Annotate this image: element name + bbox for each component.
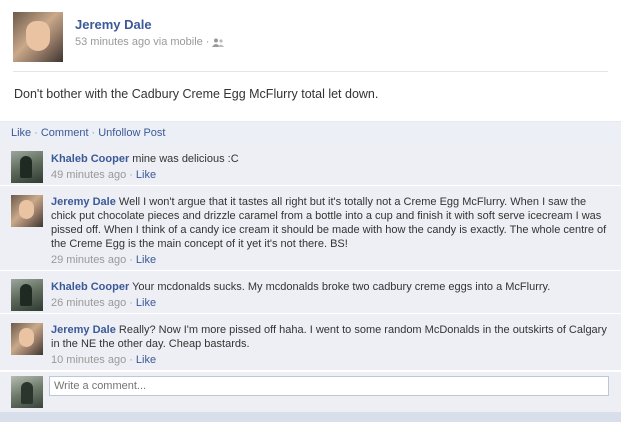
commenter-avatar[interactable] — [11, 279, 43, 311]
friends-icon[interactable] — [212, 38, 225, 47]
post-author-name[interactable]: Jeremy Dale — [75, 17, 152, 32]
like-link[interactable]: Like — [11, 127, 31, 139]
comment-author[interactable]: Khaleb Cooper — [51, 281, 129, 293]
comment-author[interactable]: Khaleb Cooper — [51, 153, 129, 165]
comment-time[interactable]: 29 minutes ago — [51, 254, 126, 266]
comment-text: mine was delicious :C — [132, 153, 239, 165]
comment-author[interactable]: Jeremy Dale — [51, 196, 116, 208]
commenter-avatar[interactable] — [11, 151, 43, 183]
unfollow-post-link[interactable]: Unfollow Post — [98, 127, 165, 139]
comment-like-link[interactable]: Like — [136, 297, 156, 309]
header-divider — [13, 71, 608, 72]
comment-link[interactable]: Comment — [41, 127, 89, 139]
post-meta: 53 minutes ago via mobile · — [75, 36, 475, 48]
comment-time[interactable]: 26 minutes ago — [51, 297, 126, 309]
comment-item: Khaleb Cooper Your mcdonalds sucks. My m… — [0, 271, 621, 314]
current-user-avatar — [11, 376, 43, 408]
commenter-avatar[interactable] — [11, 195, 43, 227]
comment-like-link[interactable]: Like — [136, 254, 156, 266]
comment-like-link[interactable]: Like — [136, 169, 156, 181]
comment-like-link[interactable]: Like — [136, 354, 156, 366]
author-avatar[interactable] — [13, 12, 63, 62]
bottom-border — [0, 412, 621, 422]
commenter-avatar[interactable] — [11, 323, 43, 355]
comment-text: Really? Now I'm more pissed off haha. I … — [51, 324, 607, 350]
comment-time[interactable]: 49 minutes ago — [51, 169, 126, 181]
comment-item: Khaleb Cooper mine was delicious :C 49 m… — [0, 143, 621, 186]
comments-list: Khaleb Cooper mine was delicious :C 49 m… — [0, 143, 621, 371]
post-actions-bar: Like · Comment · Unfollow Post — [0, 121, 621, 144]
comment-text: Well I won't argue that it tastes all ri… — [51, 196, 607, 250]
comment-composer — [0, 372, 621, 412]
comment-text: Your mcdonalds sucks. My mcdonalds broke… — [132, 281, 551, 293]
write-comment-input[interactable] — [49, 376, 609, 396]
comment-item: Jeremy Dale Really? Now I'm more pissed … — [0, 314, 621, 371]
post-text: Don't bother with the Cadbury Creme Egg … — [14, 87, 379, 101]
comment-item: Jeremy Dale Well I won't argue that it t… — [0, 186, 621, 271]
comment-author[interactable]: Jeremy Dale — [51, 324, 116, 336]
comment-time[interactable]: 10 minutes ago — [51, 354, 126, 366]
post-timestamp[interactable]: 53 minutes ago via mobile — [75, 36, 203, 48]
